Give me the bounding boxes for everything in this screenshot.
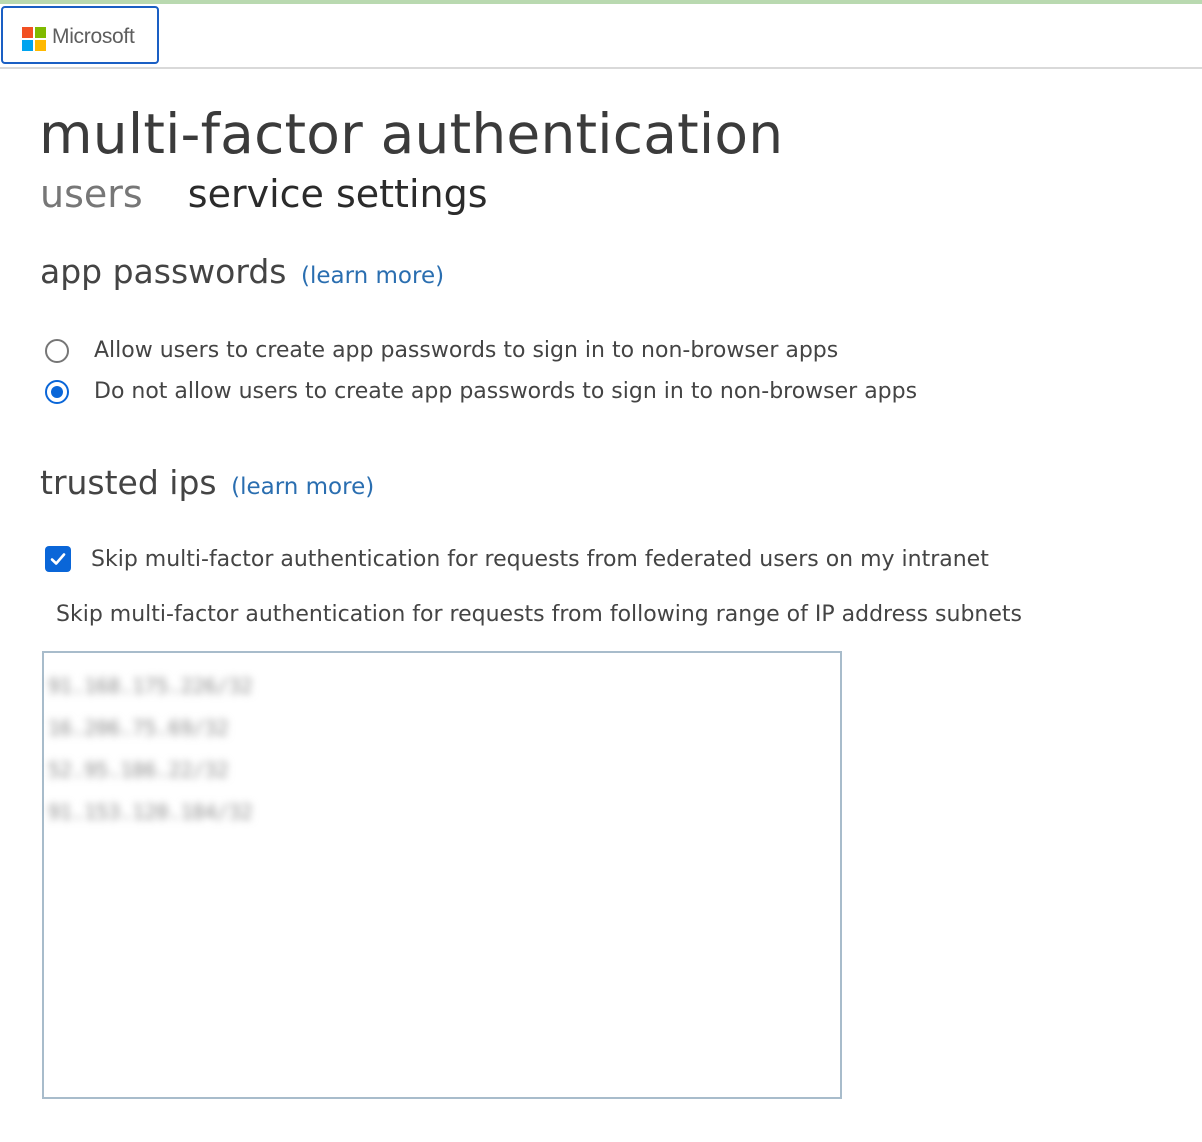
disallow-app-passwords-label: Do not allow users to create app passwor… xyxy=(94,379,918,404)
ip-subnet-entry: 91.153.120.184/32 xyxy=(48,800,253,824)
logo-text: Microsoft xyxy=(52,25,135,48)
app-passwords-section-title: app passwords (learn more) xyxy=(40,252,444,291)
app-passwords-learn-more-link[interactable]: (learn more) xyxy=(301,263,444,289)
federated-users-checkbox[interactable] xyxy=(45,546,71,572)
disallow-app-passwords-option[interactable]: Do not allow users to create app passwor… xyxy=(45,379,917,404)
ip-subnet-entry: 91.168.175.226/32 xyxy=(48,674,253,698)
federated-users-option[interactable]: Skip multi-factor authentication for req… xyxy=(45,546,989,572)
ip-subnet-entry: 52.95.186.22/32 xyxy=(48,758,229,782)
allow-app-passwords-label: Allow users to create app passwords to s… xyxy=(94,338,839,363)
tab-users[interactable]: users xyxy=(40,172,143,216)
trusted-ips-section-title: trusted ips (learn more) xyxy=(40,463,374,502)
ip-subnets-label: Skip multi-factor authentication for req… xyxy=(56,602,1022,627)
header-bar: Microsoft xyxy=(0,4,1202,69)
federated-users-label: Skip multi-factor authentication for req… xyxy=(91,546,989,572)
allow-app-passwords-option[interactable]: Allow users to create app passwords to s… xyxy=(45,338,838,363)
trusted-ips-heading: trusted ips xyxy=(40,463,217,502)
microsoft-logo-button[interactable]: Microsoft xyxy=(1,6,159,64)
microsoft-logo-icon xyxy=(22,27,46,51)
page-title: multi-factor authentication xyxy=(39,102,784,166)
ip-subnets-textarea[interactable]: 91.168.175.226/32 16.206.75.69/32 52.95.… xyxy=(42,651,842,1099)
app-passwords-heading: app passwords xyxy=(40,252,287,291)
allow-app-passwords-radio[interactable] xyxy=(45,338,69,363)
ip-subnet-entry: 16.206.75.69/32 xyxy=(48,716,229,740)
checkmark-icon xyxy=(50,553,66,565)
tab-bar: users service settings xyxy=(40,172,528,216)
trusted-ips-learn-more-link[interactable]: (learn more) xyxy=(231,474,374,500)
disallow-app-passwords-radio[interactable] xyxy=(45,379,69,404)
tab-service-settings[interactable]: service settings xyxy=(188,172,488,216)
